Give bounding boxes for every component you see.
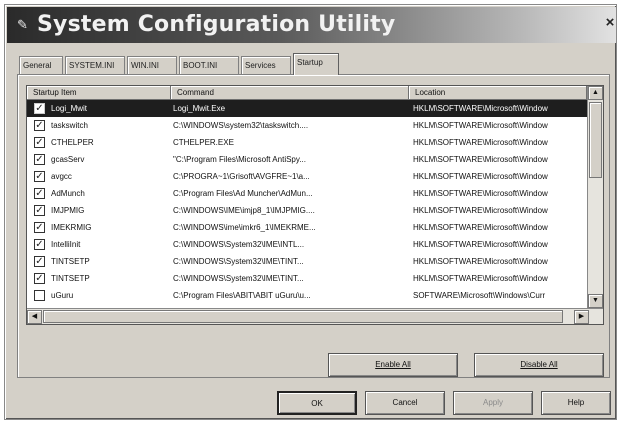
close-icon[interactable]: ×: [604, 13, 616, 33]
startup-item-command: Logi_Mwit.Exe: [173, 104, 226, 113]
startup-item-name: IMJPMIG: [51, 206, 85, 215]
horizontal-scrollbar[interactable]: ◀ ▶: [27, 308, 603, 324]
startup-item-command: "C:\Program Files\Microsoft AntiSpy...: [173, 155, 306, 164]
startup-tab-panel: Startup Item Command Location ✓ Logi_Mwit…: [17, 74, 610, 378]
table-row[interactable]: ✓ TINTSETP C:\WINDOWS\System32\IME\TINT...…: [27, 253, 587, 270]
tab-general[interactable]: General: [19, 56, 63, 74]
window-title: System Configuration Utility: [37, 12, 396, 37]
vertical-scrollbar[interactable]: ▲ ▼: [587, 86, 603, 308]
disable-all-button[interactable]: Disable All: [474, 353, 604, 377]
tab-win-ini[interactable]: WIN.INI: [127, 56, 177, 74]
apply-button[interactable]: Apply: [453, 391, 533, 415]
startup-item-checkbox[interactable]: ✓: [34, 222, 45, 233]
column-header-command[interactable]: Command: [171, 86, 409, 100]
column-header-location[interactable]: Location: [409, 86, 587, 100]
startup-item-name: IMEKRMIG: [51, 223, 92, 232]
startup-item-checkbox[interactable]: ✓: [34, 256, 45, 267]
tab-startup[interactable]: Startup: [293, 53, 339, 75]
list-header: Startup Item Command Location: [27, 86, 587, 100]
startup-item-command: C:\WINDOWS\ime\imkr6_1\IMEKRME...: [173, 223, 316, 232]
startup-item-location: HKLM\SOFTWARE\Microsoft\Window: [413, 155, 548, 164]
help-button[interactable]: Help: [541, 391, 611, 415]
tab-boot-ini[interactable]: BOOT.INI: [179, 56, 239, 74]
startup-item-location: HKLM\SOFTWARE\Microsoft\Window: [413, 274, 548, 283]
startup-item-checkbox[interactable]: [34, 290, 45, 301]
enable-all-label: Enable All: [375, 360, 411, 369]
startup-item-location: HKLM\SOFTWARE\Microsoft\Window: [413, 206, 548, 215]
startup-item-location: HKLM\SOFTWARE\Microsoft\Window: [413, 189, 548, 198]
ok-button[interactable]: OK: [277, 391, 357, 415]
scroll-left-icon[interactable]: ◀: [27, 310, 42, 324]
enable-all-button[interactable]: Enable All: [328, 353, 458, 377]
startup-item-checkbox[interactable]: ✓: [34, 188, 45, 199]
startup-item-command: C:\PROGRA~1\Grisoft\AVGFRE~1\a...: [173, 172, 310, 181]
startup-item-name: CTHELPER: [51, 138, 94, 147]
startup-item-command: C:\Program Files\ABIT\ABIT uGuru\u...: [173, 291, 311, 300]
tab-system-ini[interactable]: SYSTEM.INI: [65, 56, 125, 74]
startup-items-list[interactable]: Startup Item Command Location ✓ Logi_Mwit…: [26, 85, 604, 325]
startup-item-command: C:\WINDOWS\System32\IME\INTL...: [173, 240, 305, 249]
table-row[interactable]: ✓ Logi_Mwit Logi_Mwit.Exe HKLM\SOFTWARE\Mic…: [27, 100, 587, 117]
startup-item-checkbox[interactable]: ✓: [34, 154, 45, 165]
table-row[interactable]: ✓ AdMunch C:\Program Files\Ad Muncher\AdMu…: [27, 185, 587, 202]
startup-item-checkbox[interactable]: ✓: [34, 273, 45, 284]
scroll-down-icon[interactable]: ▼: [588, 294, 603, 308]
column-header-startup-item[interactable]: Startup Item: [27, 86, 171, 100]
startup-item-location: HKLM\SOFTWARE\Microsoft\Window: [413, 257, 548, 266]
startup-item-location: HKLM\SOFTWARE\Microsoft\Window: [413, 138, 548, 147]
startup-item-checkbox[interactable]: ✓: [34, 239, 45, 250]
startup-item-name: uGuru: [51, 291, 74, 300]
startup-item-command: C:\WINDOWS\System32\IME\TINT...: [173, 257, 304, 266]
startup-item-name: TINTSETP: [51, 257, 90, 266]
startup-item-command: C:\WINDOWS\system32\taskswitch....: [173, 121, 309, 130]
startup-item-command: C:\WINDOWS\System32\IME\TINT...: [173, 274, 304, 283]
startup-item-checkbox[interactable]: ✓: [34, 205, 45, 216]
title-bar[interactable]: ✎ System Configuration Utility ×: [7, 7, 616, 43]
startup-item-name: gcasServ: [51, 155, 85, 164]
startup-item-name: TINTSETP: [51, 274, 90, 283]
table-row[interactable]: ✓ IMJPMIG C:\WINDOWS\IME\imjp8_1\IMJPMIG..…: [27, 202, 587, 219]
startup-item-location: HKLM\SOFTWARE\Microsoft\Window: [413, 240, 548, 249]
disable-all-label: Disable All: [520, 360, 558, 369]
table-row[interactable]: ✓ avgcc C:\PROGRA~1\Grisoft\AVGFRE~1\a... H…: [27, 168, 587, 185]
cancel-button[interactable]: Cancel: [365, 391, 445, 415]
startup-item-name: IntelliInit: [51, 240, 81, 249]
startup-item-checkbox[interactable]: ✓: [34, 103, 45, 114]
startup-item-command: C:\WINDOWS\IME\imjp8_1\IMJPMIG....: [173, 206, 315, 215]
table-row[interactable]: ✓ TINTSETP C:\WINDOWS\System32\IME\TINT...…: [27, 270, 587, 287]
startup-item-name: AdMunch: [51, 189, 85, 198]
startup-item-location: HKLM\SOFTWARE\Microsoft\Window: [413, 172, 548, 181]
startup-item-name: taskswitch: [51, 121, 88, 130]
startup-rows: ✓ Logi_Mwit Logi_Mwit.Exe HKLM\SOFTWARE\Mic…: [27, 100, 587, 304]
startup-item-location: SOFTWARE\Microsoft\Windows\Curr: [413, 291, 546, 300]
table-row[interactable]: uGuru C:\Program Files\ABIT\ABIT uGuru\u.…: [27, 287, 587, 304]
msconfig-app-icon: ✎: [17, 17, 28, 32]
startup-item-location: HKLM\SOFTWARE\Microsoft\Window: [413, 223, 548, 232]
startup-item-checkbox[interactable]: ✓: [34, 120, 45, 131]
scroll-right-icon[interactable]: ▶: [574, 310, 589, 324]
startup-item-location: HKLM\SOFTWARE\Microsoft\Window: [413, 104, 548, 113]
table-row[interactable]: ✓ IntelliInit C:\WINDOWS\System32\IME\INTL…: [27, 236, 587, 253]
msconfig-window: ✎ System Configuration Utility × General…: [4, 4, 617, 420]
table-row[interactable]: ✓ taskswitch C:\WINDOWS\system32\taskswitc…: [27, 117, 587, 134]
scroll-up-icon[interactable]: ▲: [588, 86, 603, 100]
tab-services[interactable]: Services: [241, 56, 291, 74]
startup-item-name: avgcc: [51, 172, 72, 181]
horizontal-scroll-thumb[interactable]: [43, 310, 563, 323]
startup-item-checkbox[interactable]: ✓: [34, 137, 45, 148]
startup-item-command: CTHELPER.EXE: [173, 138, 234, 147]
vertical-scroll-thumb[interactable]: [589, 102, 602, 178]
startup-item-command: C:\Program Files\Ad Muncher\AdMun...: [173, 189, 313, 198]
table-row[interactable]: ✓ gcasServ "C:\Program Files\Microsoft Ant…: [27, 151, 587, 168]
table-row[interactable]: ✓ IMEKRMIG C:\WINDOWS\ime\imkr6_1\IMEKRME.…: [27, 219, 587, 236]
table-row[interactable]: ✓ CTHELPER CTHELPER.EXE HKLM\SOFTWARE\Micro…: [27, 134, 587, 151]
startup-item-checkbox[interactable]: ✓: [34, 171, 45, 182]
startup-item-name: Logi_Mwit: [51, 104, 88, 113]
startup-item-location: HKLM\SOFTWARE\Microsoft\Window: [413, 121, 548, 130]
